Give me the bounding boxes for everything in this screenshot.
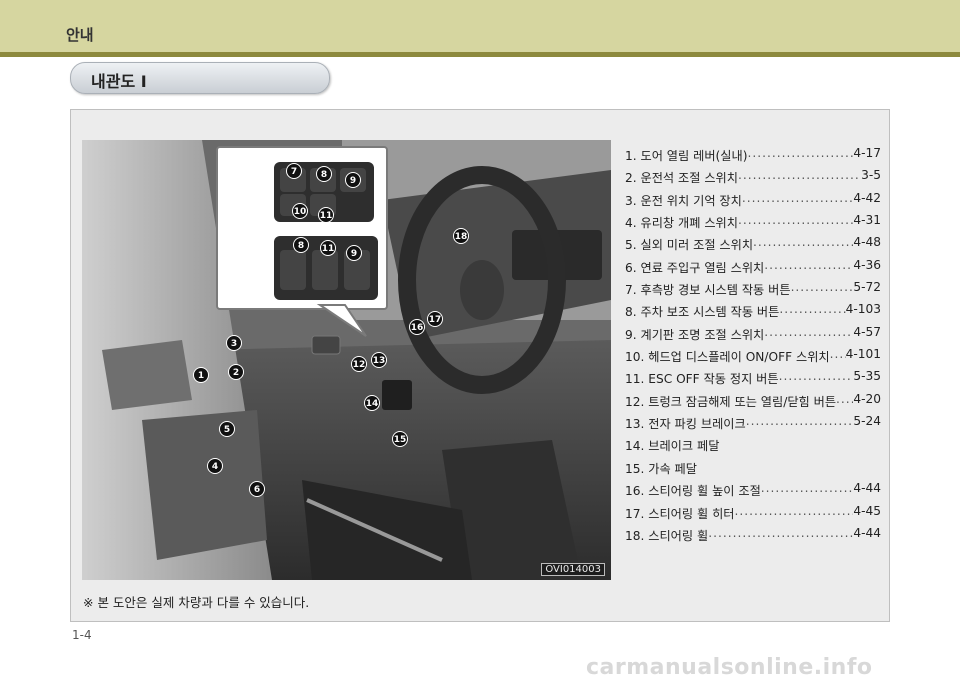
legend-page: 4-36: [853, 257, 881, 272]
legend-label: 18. 스티어링 휠: [625, 528, 709, 543]
marker-12: 12: [351, 356, 367, 372]
marker-17: 17: [427, 311, 443, 327]
marker-5: 5: [219, 421, 235, 437]
legend-label: 3. 운전 위치 기억 장치: [625, 193, 742, 208]
legend-item: 3. 운전 위치 기억 장치 4-42: [625, 191, 881, 213]
legend-label: 14. 브레이크 페달: [625, 439, 720, 454]
legend-page: 4-31: [853, 213, 881, 228]
legend-item: 16. 스티어링 휠 높이 조절 4-44: [625, 481, 881, 503]
callout-marker-9: 9: [345, 172, 361, 188]
callout-marker-7: 7: [286, 163, 302, 179]
legend-page: 4-44: [853, 525, 881, 540]
marker-6: 6: [249, 481, 265, 497]
legend-label: 6. 연료 주입구 열림 스위치: [625, 260, 765, 275]
legend-page: 4-45: [853, 503, 881, 518]
legend-item: 8. 주차 보조 시스템 작동 버튼 4-103: [625, 302, 881, 324]
legend-page: 5-24: [853, 414, 881, 429]
legend-label: 17. 스티어링 휠 히터: [625, 506, 735, 521]
marker-15: 15: [392, 431, 408, 447]
legend-page: 4-17: [853, 146, 881, 160]
legend-page: 4-42: [853, 190, 881, 205]
legend-label: 5. 실외 미러 조절 스위치: [625, 238, 754, 253]
legend-page: 3-5: [861, 168, 881, 183]
legend-page: 5-35: [853, 369, 881, 384]
site-watermark: carmanualsonline.info: [586, 655, 873, 680]
legend-item: 17. 스티어링 휠 히터 4-45: [625, 504, 881, 526]
marker-2: 2: [228, 364, 244, 380]
callout-marker-11b: 11: [320, 240, 336, 256]
legend-page: 4-57: [853, 324, 881, 339]
marker-18: 18: [453, 228, 469, 244]
legend-item: 7. 후측방 경보 시스템 작동 버튼 5-72: [625, 280, 881, 302]
marker-16: 16: [409, 319, 425, 335]
marker-4: 4: [207, 458, 223, 474]
callout-marker-9b: 9: [346, 245, 362, 261]
legend-item: 10. 헤드업 디스플레이 ON/OFF 스위치 4-101: [625, 347, 881, 369]
legend-page: 5-72: [853, 280, 881, 295]
marker-3: 3: [226, 335, 242, 351]
legend-item: 18. 스티어링 휠 4-44: [625, 526, 881, 548]
legend-page: 4-103: [845, 302, 881, 317]
legend-page: 4-20: [853, 391, 881, 406]
legend-item: 15. 가속 페달: [625, 459, 881, 481]
legend-item: 1. 도어 열림 레버(실내) 4-17: [625, 146, 881, 168]
legend-label: 9. 계기판 조명 조절 스위치: [625, 327, 765, 342]
callout-marker-10: 10: [292, 203, 308, 219]
marker-13: 13: [371, 352, 387, 368]
legend-label: 16. 스티어링 휠 높이 조절: [625, 484, 761, 499]
legend-item: 5. 실외 미러 조절 스위치 4-48: [625, 235, 881, 257]
legend-item: 6. 연료 주입구 열림 스위치 4-36: [625, 258, 881, 280]
legend-label: 1. 도어 열림 레버(실내): [625, 149, 748, 163]
callout-marker-11: 11: [318, 207, 334, 223]
legend-item: 11. ESC OFF 작동 정지 버튼 5-35: [625, 369, 881, 391]
legend-item: 13. 전자 파킹 브레이크 5-24: [625, 414, 881, 436]
legend-item: 14. 브레이크 페달: [625, 436, 881, 458]
legend-label: 8. 주차 보조 시스템 작동 버튼: [625, 305, 780, 320]
legend-label: 13. 전자 파킹 브레이크: [625, 417, 746, 432]
disclaimer-note: ※ 본 도안은 실제 차량과 다를 수 있습니다.: [83, 595, 310, 610]
marker-14: 14: [364, 395, 380, 411]
legend-item: 12. 트렁크 잠금해제 또는 열림/닫힘 버튼 4-20: [625, 392, 881, 414]
legend-label: 7. 후측방 경보 시스템 작동 버튼: [625, 283, 791, 298]
marker-1: 1: [193, 367, 209, 383]
legend-label: 10. 헤드업 디스플레이 ON/OFF 스위치: [625, 350, 830, 365]
legend-label: 11. ESC OFF 작동 정지 버튼: [625, 372, 779, 387]
legend-item: 4. 유리창 개폐 스위치 4-31: [625, 213, 881, 235]
legend-label: 2. 운전석 조절 스위치: [625, 171, 738, 186]
component-legend: 1. 도어 열림 레버(실내) 4-17 2. 운전석 조절 스위치 3-5 3. …: [625, 146, 881, 548]
legend-label: 15. 가속 페달: [625, 461, 697, 476]
legend-item: 9. 계기판 조명 조절 스위치 4-57: [625, 325, 881, 347]
callout-marker-8: 8: [316, 166, 332, 182]
legend-label: 12. 트렁크 잠금해제 또는 열림/닫힘 버튼: [625, 394, 837, 409]
page-number: 1-4: [72, 628, 92, 642]
legend-page: 4-101: [845, 347, 881, 362]
legend-page: 4-44: [853, 481, 881, 496]
legend-item: 2. 운전석 조절 스위치 3-5: [625, 168, 881, 190]
legend-page: 4-48: [853, 235, 881, 250]
legend-label: 4. 유리창 개폐 스위치: [625, 216, 738, 231]
callout-marker-8b: 8: [293, 237, 309, 253]
